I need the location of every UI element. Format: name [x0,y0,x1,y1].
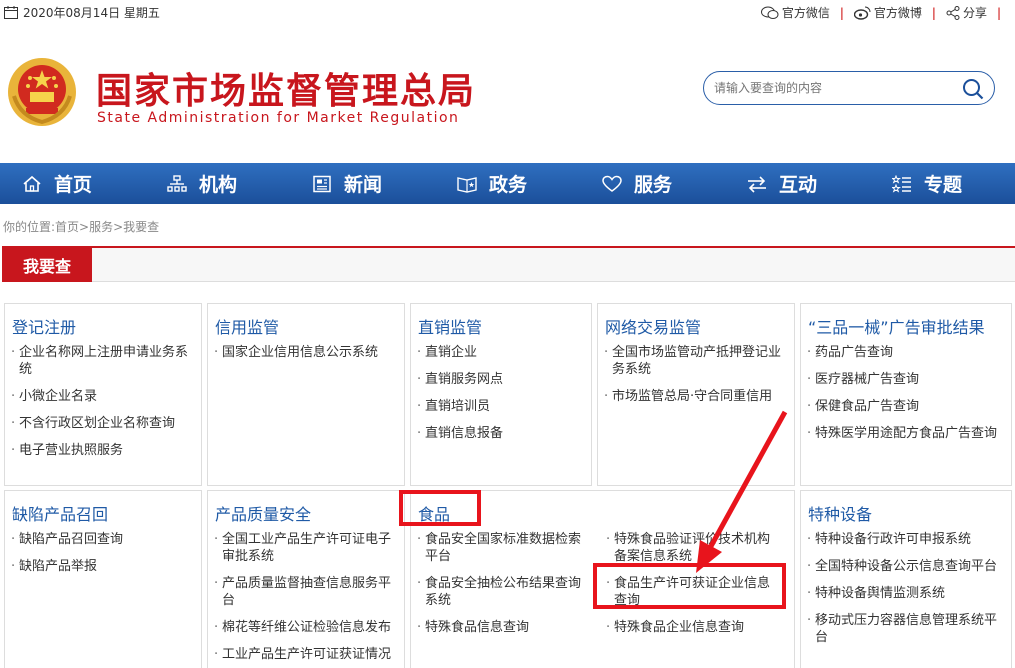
annotation-arrow-icon [696,410,788,573]
